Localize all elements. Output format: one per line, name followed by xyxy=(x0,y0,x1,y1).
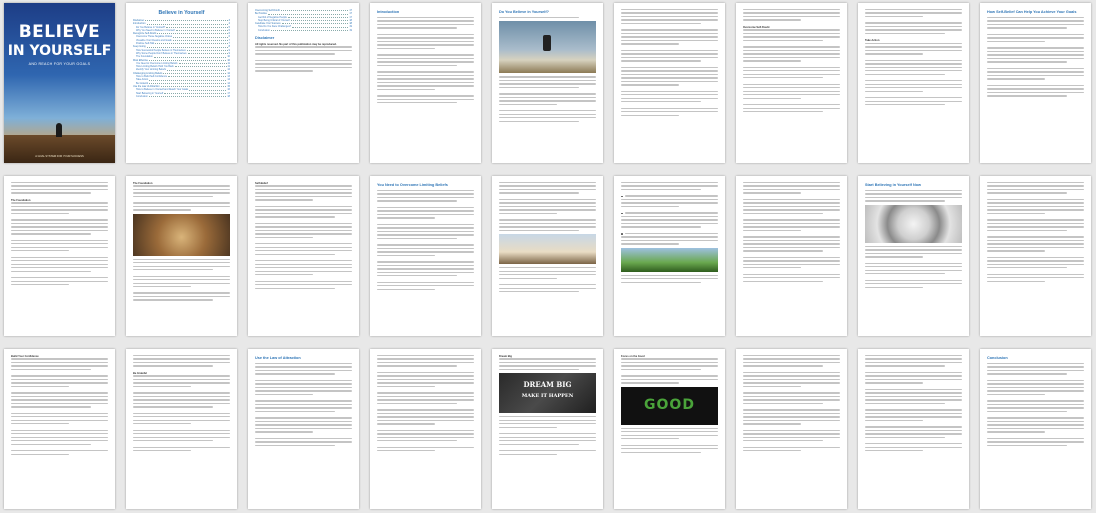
text-page-14[interactable] xyxy=(492,176,603,336)
good-image: GOOD xyxy=(621,386,718,425)
toc-entry-label: Conclusion xyxy=(258,28,270,32)
toc-leader-dots xyxy=(155,42,228,45)
toc-leader-dots xyxy=(149,78,227,81)
make-it-happen-text: MAKE IT HAPPEN xyxy=(521,393,574,400)
cover-title-line1: BELIEVE xyxy=(18,22,101,42)
toc-leader-dots xyxy=(148,95,227,98)
toc-title: Believe in Yourself xyxy=(158,10,205,16)
conclusion-heading: Conclusion xyxy=(987,356,1008,360)
toc-leader-dots xyxy=(146,45,228,48)
disclaimer-heading: Disclaimer xyxy=(255,36,275,41)
toc-leader-dots xyxy=(186,49,228,51)
toc-leader-dots xyxy=(178,62,227,65)
how-self-belief-page[interactable]: How Self-Belief Can Help You Achieve You… xyxy=(980,3,1091,163)
text-page-20[interactable]: Be Grateful xyxy=(126,349,237,509)
toc-leader-dots xyxy=(187,52,228,55)
document-page-grid: BELIEVE IN YOURSELF AND REACH FOR YOUR G… xyxy=(4,3,1092,510)
person-at-sunset-image xyxy=(499,234,596,265)
toc-leader-dots xyxy=(153,55,227,58)
how-self-belief-heading: How Self-Belief Can Help You Achieve You… xyxy=(987,10,1077,14)
toc-page[interactable]: Believe in Yourself Disclaimer 3 Introduct… xyxy=(126,3,237,163)
self-belief-page[interactable]: Self-Belief xyxy=(248,176,359,336)
conclusion-page[interactable]: Conclusion xyxy=(980,349,1091,509)
toc-leader-dots xyxy=(145,19,228,22)
dream-big-image: DREAM BIG MAKE IT HAPPEN xyxy=(499,373,596,414)
toc2-list: Overcoming Self-Doubt 17 Be Positive 17 Get … xyxy=(255,9,352,32)
jumping-person-image xyxy=(499,21,596,74)
toc-leader-dots xyxy=(173,35,228,38)
toc-list: Disclaimer 3 Introduction 4 Do You Believe i… xyxy=(133,19,230,98)
toc-leader-dots xyxy=(174,65,227,68)
toc-leader-dots xyxy=(189,88,227,91)
introduction-page[interactable]: Introduction xyxy=(370,3,481,163)
text-page-18[interactable] xyxy=(980,176,1091,336)
toc-leader-dots xyxy=(166,26,228,28)
text-page-19[interactable]: Build Your Confidence xyxy=(4,349,115,509)
do-you-believe-heading: Do You Believe in Yourself? xyxy=(499,10,549,14)
foundation-page[interactable]: The Foundation xyxy=(126,176,237,336)
limiting-beliefs-heading: You Need to Overcome Limiting Beliefs xyxy=(377,183,448,187)
cover-title-line2: IN YOURSELF xyxy=(7,43,112,59)
toc-leader-dots xyxy=(157,32,228,35)
toc-leader-dots xyxy=(290,19,349,22)
toc-leader-dots xyxy=(267,12,349,15)
text-page-6[interactable] xyxy=(614,3,725,163)
toc-leader-dots xyxy=(292,25,349,28)
introduction-heading: Introduction xyxy=(377,10,400,14)
law-of-attraction-page[interactable]: Use the Law of Attraction xyxy=(248,349,359,509)
dream-big-page[interactable]: Dream Big DREAM BIG MAKE IT HAPPEN xyxy=(492,349,603,509)
toc-entry-label: Conclusion xyxy=(136,94,148,98)
cover-figure xyxy=(56,123,62,137)
start-believing-heading: Start Believing in Yourself Now xyxy=(865,183,921,187)
landscape-image xyxy=(621,247,718,272)
toc-entry[interactable]: Conclusion 18 xyxy=(133,95,230,98)
toc-entry-page: 18 xyxy=(227,94,230,98)
good-page[interactable]: Focus on the Good GOOD xyxy=(614,349,725,509)
hands-image xyxy=(133,213,230,256)
toc-leader-dots xyxy=(280,9,349,12)
start-believing-page[interactable]: Start Believing in Yourself Now xyxy=(858,176,969,336)
text-page-8[interactable]: Take Action xyxy=(858,3,969,163)
cover-subtitle: AND REACH FOR YOUR GOALS xyxy=(28,62,91,66)
toc-leader-dots xyxy=(146,22,228,25)
toc-leader-dots xyxy=(164,92,227,94)
text-page-25[interactable] xyxy=(736,349,847,509)
limiting-beliefs-page[interactable]: You Need to Overcome Limiting Beliefs xyxy=(370,176,481,336)
toc-leader-dots xyxy=(270,29,349,32)
toc-leader-dots xyxy=(160,85,227,88)
toc-leader-dots xyxy=(149,82,227,84)
text-page-7[interactable]: Overcome Self-Doubt xyxy=(736,3,847,163)
toc-leader-dots xyxy=(175,29,228,32)
toc-continued-page[interactable]: Overcoming Self-Doubt 17 Be Positive 17 Get … xyxy=(248,3,359,163)
text-page-26[interactable] xyxy=(858,349,969,509)
toc-leader-dots xyxy=(148,59,227,61)
compass-image xyxy=(865,204,962,243)
toc-entry-page: 19 xyxy=(349,28,352,32)
toc-leader-dots xyxy=(166,68,227,71)
text-page-10[interactable]: The Foundation xyxy=(4,176,115,336)
law-of-attraction-heading: Use the Law of Attraction xyxy=(255,356,301,360)
toc-leader-dots xyxy=(281,22,349,25)
toc-leader-dots xyxy=(172,39,228,42)
do-you-believe-page[interactable]: Do You Believe in Yourself? xyxy=(492,3,603,163)
cover-page[interactable]: BELIEVE IN YOURSELF AND REACH FOR YOUR G… xyxy=(4,3,115,163)
text-page-22[interactable] xyxy=(370,349,481,509)
toc-leader-dots xyxy=(287,16,349,18)
toc-leader-dots xyxy=(163,72,227,75)
dream-big-text: DREAM BIG xyxy=(523,380,572,390)
good-text: GOOD xyxy=(644,396,695,413)
bullets-page[interactable] xyxy=(614,176,725,336)
text-page-16[interactable] xyxy=(736,176,847,336)
cover-footer: A GOAL SYSTEM FOR YOUR SUCCESS xyxy=(35,155,84,159)
toc-leader-dots xyxy=(168,75,227,78)
